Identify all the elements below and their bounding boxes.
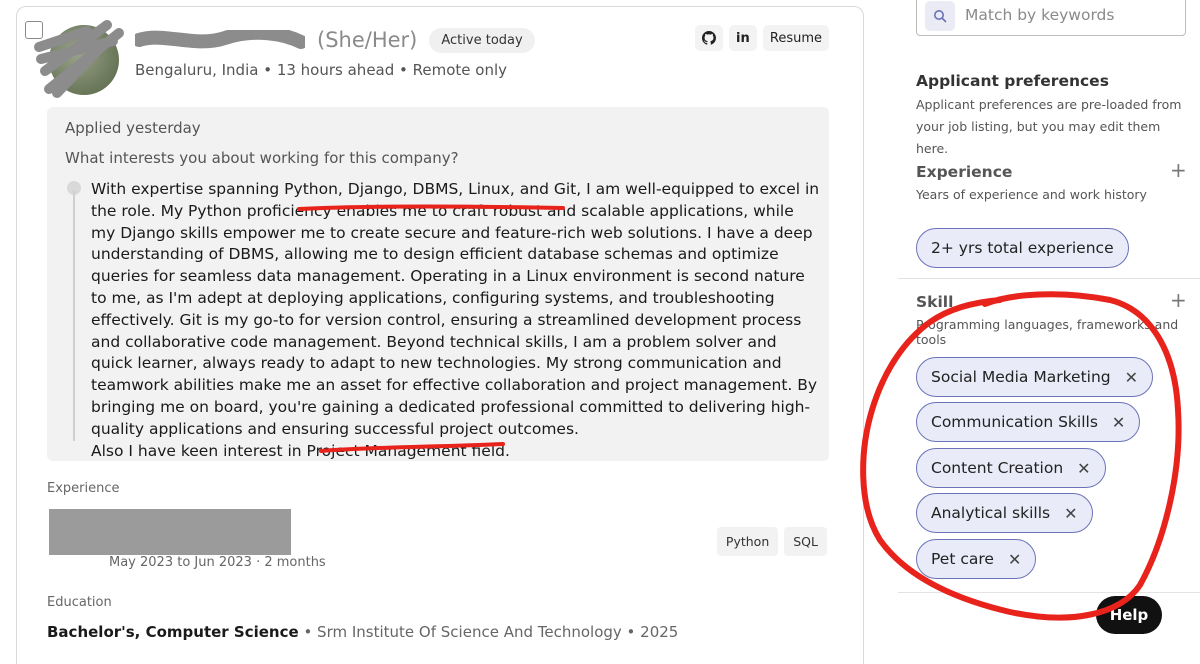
keyword-search[interactable] (916, 0, 1186, 36)
remove-icon[interactable]: ✕ (1125, 368, 1138, 387)
red-underline-annotation (319, 442, 505, 453)
skill-chip[interactable]: Pet care ✕ (916, 539, 1037, 579)
applied-date: Applied yesterday (65, 119, 201, 137)
answer-paragraph: With expertise spanning Python, Django, … (91, 180, 820, 438)
search-icon (925, 1, 955, 31)
experience-filter-title: Experience (916, 163, 1013, 181)
linkedin-button[interactable]: in (728, 25, 757, 51)
skill-chip-label: Content Creation (931, 459, 1064, 477)
experience-label: Experience (47, 481, 120, 496)
experience-chip-label: 2+ yrs total experience (931, 239, 1114, 257)
skill-tag: Python (716, 527, 779, 556)
preferences-description: Applicant preferences are pre-loaded fro… (916, 97, 1182, 156)
profile-actions: in Resume (694, 25, 829, 51)
skill-chip[interactable]: Communication Skills ✕ (916, 402, 1141, 442)
skill-filter-title: Skill (916, 293, 954, 311)
github-button[interactable] (694, 25, 723, 51)
status-badge: Active today (429, 27, 535, 53)
application-answer: With expertise spanning Python, Django, … (91, 179, 821, 462)
education-details: • Srm Institute Of Science And Technolog… (298, 623, 679, 641)
candidate-card: (She/Her) Active today Bengaluru, India … (16, 6, 864, 664)
skill-chip[interactable]: Social Media Marketing ✕ (916, 357, 1154, 397)
experience-redaction (49, 509, 291, 555)
application-answer-box: Applied yesterday What interests you abo… (47, 107, 829, 461)
search-input[interactable] (965, 1, 1175, 29)
help-button[interactable]: Help (1096, 596, 1162, 634)
remove-icon[interactable]: ✕ (1112, 413, 1125, 432)
skill-chip[interactable]: Content Creation ✕ (916, 448, 1106, 488)
skill-tag: SQL (784, 527, 827, 556)
resume-button[interactable]: Resume (762, 25, 829, 51)
experience-filter-description: Years of experience and work history (916, 187, 1147, 202)
name-redaction (135, 30, 305, 49)
section-divider (898, 592, 1200, 593)
red-underline-annotation (297, 204, 565, 211)
section-divider (898, 278, 1200, 279)
pronouns: (She/Her) (317, 28, 418, 52)
name-row: (She/Her) Active today (135, 25, 535, 55)
remove-icon[interactable]: ✕ (1008, 550, 1021, 569)
education-line: Bachelor's, Computer Science • Srm Insti… (47, 623, 678, 641)
remove-icon[interactable]: ✕ (1077, 459, 1090, 478)
remove-icon[interactable]: ✕ (1064, 504, 1077, 523)
education-label: Education (47, 595, 112, 610)
github-icon (701, 31, 716, 45)
skill-filter-description: Programming languages, frameworks and to… (916, 317, 1179, 347)
skill-chip-label: Pet care (931, 550, 994, 568)
add-experience-icon[interactable]: + (1170, 158, 1187, 182)
skill-chip-label: Analytical skills (931, 504, 1051, 522)
quote-bar (73, 191, 75, 441)
linkedin-icon: in (736, 30, 750, 46)
preferences-title: Applicant preferences (916, 72, 1109, 90)
avatar-redaction-scribble (34, 20, 124, 98)
skill-chip[interactable]: Analytical skills ✕ (916, 493, 1093, 533)
education-degree: Bachelor's, Computer Science (47, 623, 299, 641)
skill-chip-label: Communication Skills (931, 413, 1098, 431)
experience-dates: May 2023 to Jun 2023 · 2 months (109, 555, 326, 570)
add-skill-icon[interactable]: + (1170, 288, 1187, 312)
application-question: What interests you about working for thi… (65, 149, 459, 167)
skill-chip-label: Social Media Marketing (931, 368, 1111, 386)
location-line: Bengaluru, India • 13 hours ahead • Remo… (135, 61, 508, 79)
experience-tags: Python SQL (716, 527, 827, 556)
experience-chip[interactable]: 2+ yrs total experience (916, 228, 1129, 268)
